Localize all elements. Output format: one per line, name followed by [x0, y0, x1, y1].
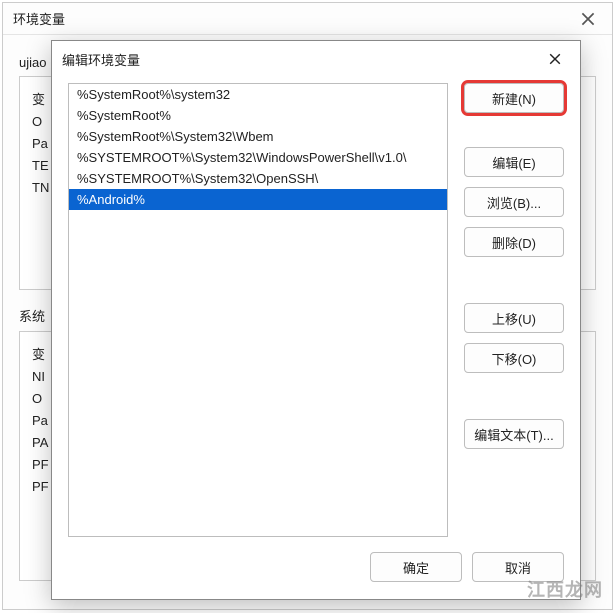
edit-text-button[interactable]: 编辑文本(T)...	[464, 419, 564, 449]
ok-button[interactable]: 确定	[370, 552, 462, 582]
edit-button[interactable]: 编辑(E)	[464, 147, 564, 177]
move-up-button[interactable]: 上移(U)	[464, 303, 564, 333]
close-icon[interactable]	[574, 7, 602, 31]
dialog-body: %SystemRoot%\system32%SystemRoot%%System…	[52, 77, 580, 547]
cancel-button[interactable]: 取消	[472, 552, 564, 582]
path-list-row[interactable]: %SystemRoot%\system32	[69, 84, 447, 105]
delete-button[interactable]: 删除(D)	[464, 227, 564, 257]
back-window-title: 环境变量	[13, 9, 65, 28]
side-button-column: 新建(N) 编辑(E) 浏览(B)... 删除(D) 上移(U) 下移(O) 编…	[464, 83, 564, 537]
browse-button[interactable]: 浏览(B)...	[464, 187, 564, 217]
dialog-bottom-bar: 确定 取消	[52, 547, 580, 599]
move-down-button[interactable]: 下移(O)	[464, 343, 564, 373]
dialog-title: 编辑环境变量	[62, 50, 140, 69]
path-values-listbox[interactable]: %SystemRoot%\system32%SystemRoot%%System…	[68, 83, 448, 537]
edit-env-var-dialog: 编辑环境变量 %SystemRoot%\system32%SystemRoot%…	[51, 40, 581, 600]
close-icon[interactable]	[540, 46, 570, 72]
back-titlebar: 环境变量	[3, 3, 612, 35]
path-list-row[interactable]: %SystemRoot%	[69, 105, 447, 126]
path-list-row[interactable]: %SystemRoot%\System32\Wbem	[69, 126, 447, 147]
new-button[interactable]: 新建(N)	[464, 83, 564, 113]
path-list-row[interactable]: %SYSTEMROOT%\System32\WindowsPowerShell\…	[69, 147, 447, 168]
path-list-row[interactable]: %SYSTEMROOT%\System32\OpenSSH\	[69, 168, 447, 189]
front-titlebar: 编辑环境变量	[52, 41, 580, 77]
path-list-row[interactable]: %Android%	[69, 189, 447, 210]
